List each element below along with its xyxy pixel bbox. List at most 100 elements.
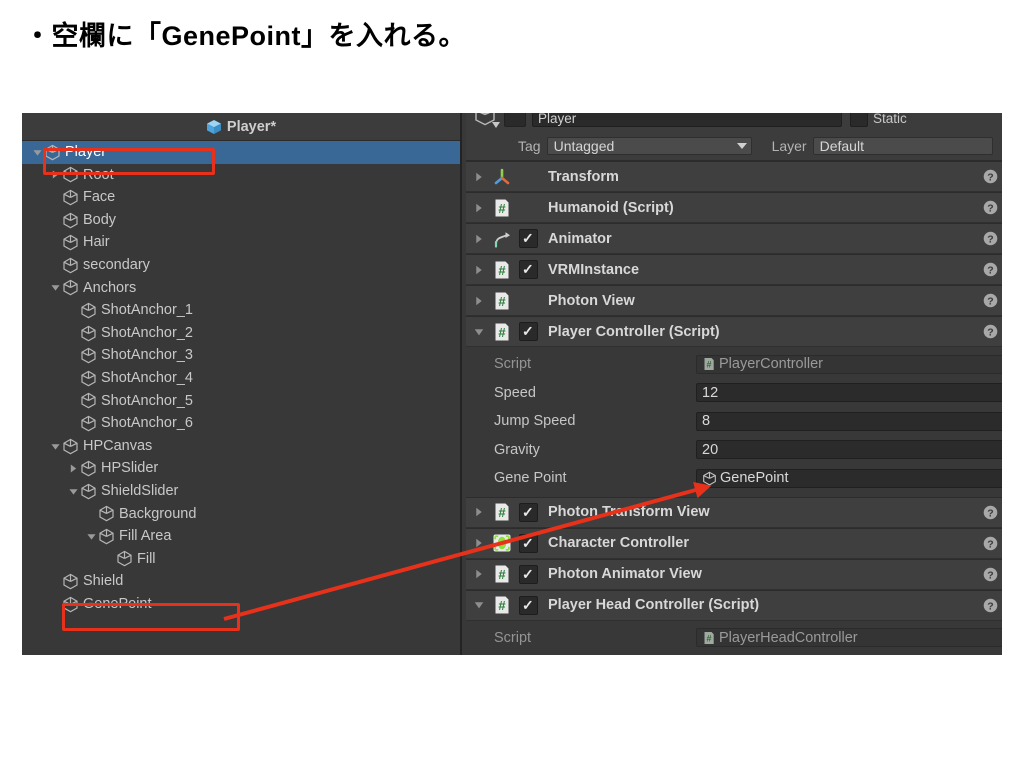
- tag-dropdown[interactable]: Untagged: [546, 136, 752, 155]
- chevron-down-icon[interactable]: [466, 600, 492, 610]
- hierarchy-item-label: Shield: [83, 573, 124, 590]
- component-header-character-controller[interactable]: ✓ Character Controller?: [466, 527, 1002, 559]
- component-header-player-head-controller-script[interactable]: # ✓ Player Head Controller (Script)?: [466, 589, 1002, 621]
- help-question-icon[interactable]: ?: [983, 567, 998, 582]
- svg-text:?: ?: [987, 569, 993, 581]
- no-toggle-spacer: [48, 209, 62, 232]
- hierarchy-tree[interactable]: Player Root Face Body Hair secondary Anchors Sh…: [22, 141, 460, 615]
- chevron-down-icon[interactable]: [66, 480, 80, 503]
- component-enabled-checkbox[interactable]: ✓: [519, 229, 538, 248]
- property-field-jump-speed[interactable]: 8: [696, 411, 1002, 431]
- component-header-photon-animator-view[interactable]: # ✓ Photon Animator View?: [466, 558, 1002, 590]
- hierarchy-item-body[interactable]: Body: [22, 209, 460, 232]
- help-question-icon[interactable]: ?: [983, 505, 998, 520]
- chevron-right-icon[interactable]: [466, 296, 492, 306]
- chevron-down-icon[interactable]: [48, 277, 62, 300]
- property-value: 12: [702, 384, 719, 401]
- hierarchy-item-hpslider[interactable]: HPSlider: [22, 457, 460, 480]
- chevron-right-icon[interactable]: [466, 507, 492, 517]
- gameobject-cube-icon: [44, 144, 61, 161]
- help-question-icon[interactable]: ?: [983, 324, 998, 339]
- hierarchy-item-anchors[interactable]: Anchors: [22, 277, 460, 300]
- chevron-right-icon[interactable]: [48, 164, 62, 187]
- svg-text:#: #: [498, 567, 506, 582]
- tag-layer-row[interactable]: Tag Untagged Layer Default: [466, 131, 1002, 161]
- no-toggle-spacer: [66, 322, 80, 345]
- chevron-right-icon[interactable]: [466, 234, 492, 244]
- help-question-icon[interactable]: ?: [983, 262, 998, 277]
- hierarchy-item-shotanchor-2[interactable]: ShotAnchor_2: [22, 322, 460, 345]
- component-header-vrminstance[interactable]: # ✓ VRMInstance?: [466, 254, 1002, 285]
- property-field-gene-point[interactable]: GenePoint: [696, 468, 1002, 488]
- hierarchy-item-shotanchor-6[interactable]: ShotAnchor_6: [22, 412, 460, 435]
- hierarchy-item-hpcanvas[interactable]: HPCanvas: [22, 435, 460, 458]
- component-header-photon-transform-view[interactable]: # ✓ Photon Transform View?: [466, 496, 1002, 528]
- hierarchy-item-shotanchor-1[interactable]: ShotAnchor_1: [22, 299, 460, 322]
- property-field-speed[interactable]: 12: [696, 383, 1002, 403]
- hierarchy-item-genepoint[interactable]: GenePoint: [22, 593, 460, 616]
- script-hash-icon: #: [492, 198, 512, 218]
- component-row-actions: ?: [983, 317, 1002, 346]
- inspector-name-row[interactable]: Player Static: [466, 113, 1002, 131]
- chevron-down-icon[interactable]: [30, 141, 44, 164]
- component-enabled-checkbox[interactable]: ✓: [519, 595, 538, 615]
- gameobject-cube-icon: [62, 234, 79, 251]
- layer-dropdown[interactable]: Default: [812, 136, 993, 155]
- chevron-right-icon[interactable]: [466, 265, 492, 275]
- chevron-right-icon[interactable]: [466, 569, 492, 579]
- svg-text:?: ?: [987, 326, 993, 338]
- property-value: 20: [702, 441, 719, 458]
- gameobject-name-field[interactable]: Player: [532, 113, 842, 127]
- chevron-right-icon[interactable]: [66, 457, 80, 480]
- chevron-down-icon[interactable]: [84, 525, 98, 548]
- hierarchy-item-shieldslider[interactable]: ShieldSlider: [22, 480, 460, 503]
- component-enabled-checkbox[interactable]: ✓: [519, 533, 538, 553]
- hierarchy-item-label: ShotAnchor_4: [101, 369, 193, 386]
- help-question-icon[interactable]: ?: [983, 231, 998, 246]
- component-header-player-controller-script[interactable]: # ✓ Player Controller (Script)?: [466, 316, 1002, 347]
- help-question-icon[interactable]: ?: [983, 200, 998, 215]
- hierarchy-panel[interactable]: Player* Player Root Face Body Hair secondary A…: [22, 113, 462, 655]
- hierarchy-item-shotanchor-5[interactable]: ShotAnchor_5: [22, 390, 460, 413]
- help-question-icon[interactable]: ?: [983, 293, 998, 308]
- chevron-right-icon[interactable]: [466, 203, 492, 213]
- hierarchy-item-hair[interactable]: Hair: [22, 231, 460, 254]
- property-field-gravity[interactable]: 20: [696, 440, 1002, 460]
- component-header-photon-view[interactable]: # Photon View?: [466, 285, 1002, 316]
- component-enabled-checkbox[interactable]: ✓: [519, 260, 538, 279]
- component-enabled-checkbox[interactable]: ✓: [519, 564, 538, 584]
- hierarchy-item-shield[interactable]: Shield: [22, 570, 460, 593]
- help-question-icon[interactable]: ?: [983, 598, 998, 613]
- component-header-transform[interactable]: Transform?: [466, 161, 1002, 192]
- no-toggle-spacer: [66, 390, 80, 413]
- gameobject-active-checkbox[interactable]: [504, 113, 526, 127]
- chevron-right-icon[interactable]: [466, 172, 492, 182]
- layer-value: Default: [819, 137, 864, 154]
- chevron-down-icon[interactable]: [466, 327, 492, 337]
- component-enabled-checkbox[interactable]: ✓: [519, 502, 538, 522]
- hierarchy-item-shotanchor-3[interactable]: ShotAnchor_3: [22, 344, 460, 367]
- chevron-right-icon[interactable]: [466, 538, 492, 548]
- component-row-actions: ?: [983, 193, 1002, 222]
- hierarchy-item-face[interactable]: Face: [22, 186, 460, 209]
- svg-text:?: ?: [987, 264, 993, 276]
- hierarchy-item-fill-area[interactable]: Fill Area: [22, 525, 460, 548]
- component-header-humanoid-script[interactable]: # Humanoid (Script)?: [466, 192, 1002, 223]
- inspector-panel[interactable]: Player Static Tag Untagged Layer Default: [466, 113, 1002, 655]
- hierarchy-item-root[interactable]: Root: [22, 164, 460, 187]
- component-list[interactable]: Transform? # Humanoid (Script)? ✓ Animator? #…: [466, 161, 1002, 655]
- help-question-icon[interactable]: ?: [983, 536, 998, 551]
- chevron-down-icon[interactable]: [48, 435, 62, 458]
- component-enabled-checkbox[interactable]: ✓: [519, 322, 538, 341]
- hierarchy-item-background[interactable]: Background: [22, 503, 460, 526]
- component-row-actions: ?: [983, 286, 1002, 315]
- hierarchy-item-secondary[interactable]: secondary: [22, 254, 460, 277]
- component-header-animator[interactable]: ✓ Animator?: [466, 223, 1002, 254]
- svg-text:#: #: [706, 360, 711, 370]
- hierarchy-item-fill[interactable]: Fill: [22, 548, 460, 571]
- static-checkbox[interactable]: [850, 113, 868, 127]
- help-question-icon[interactable]: ?: [983, 169, 998, 184]
- hierarchy-item-label: ShotAnchor_6: [101, 415, 193, 432]
- hierarchy-item-shotanchor-4[interactable]: ShotAnchor_4: [22, 367, 460, 390]
- hierarchy-item-player[interactable]: Player: [22, 141, 460, 164]
